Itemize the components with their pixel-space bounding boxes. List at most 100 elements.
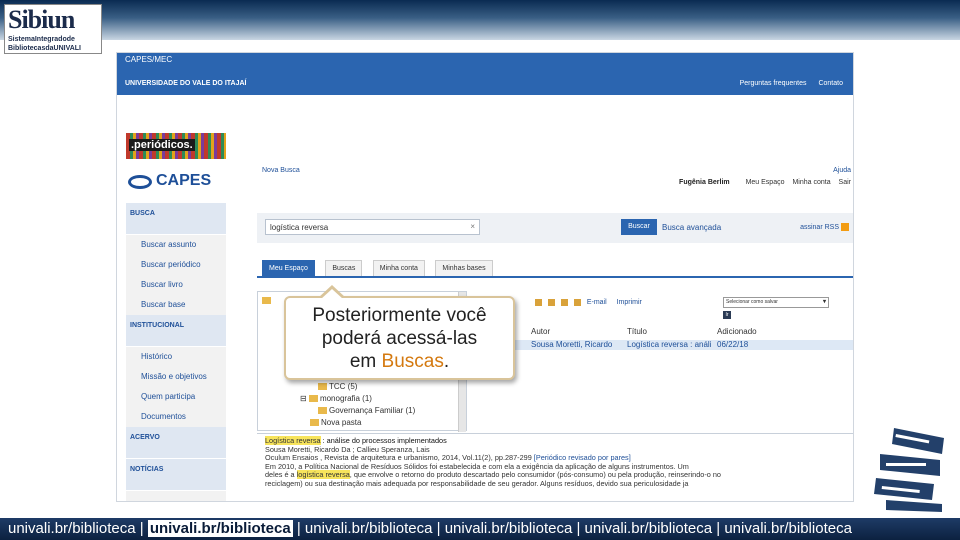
sidebar-item-buscar-livro[interactable]: Buscar livro (126, 275, 226, 295)
sidebar-item-historico[interactable]: Histórico (126, 347, 226, 367)
folder-label: monografia (1) (319, 394, 372, 403)
tab-minha-conta[interactable]: Minha conta (372, 260, 425, 276)
peer-review-link[interactable]: [Periódico revisado por pares] (534, 453, 631, 462)
meu-espaco-link[interactable]: Meu Espaço (746, 179, 785, 186)
sidebar-section-institucional[interactable]: INSTITUCIONAL (126, 315, 226, 347)
footer-link-highlighted[interactable]: univali.br/biblioteca (147, 520, 293, 537)
folder-icon (310, 419, 319, 427)
contact-link[interactable]: Contato (818, 80, 843, 87)
footer-separator: | (572, 520, 585, 537)
logo-line-2: BibliotecasdaUNIVALI (8, 45, 81, 52)
sidebar-item-missao[interactable]: Missão e objetivos (126, 367, 226, 387)
footer-separator: | (712, 520, 725, 537)
rss-link[interactable]: assinar RSS (800, 223, 849, 231)
row-added: 06/22/18 (717, 340, 749, 349)
header-links: Perguntas frequentes Contato (730, 80, 843, 87)
folder-label: Governança Familiar (1) (329, 406, 416, 415)
sair-link[interactable]: Sair (839, 179, 851, 186)
rss-icon (841, 223, 849, 231)
folder-icon (318, 407, 327, 415)
callout-line-3: em Buscas. (286, 350, 513, 373)
capes-logo-text: CAPES (156, 172, 212, 189)
folder-item-tcc[interactable]: TCC (5) (318, 382, 357, 391)
footer-link[interactable]: univali.br/biblioteca (445, 520, 573, 537)
footer-link[interactable]: univali.br/biblioteca (8, 520, 136, 537)
footer-bar: univali.br/biblioteca | univali.br/bibli… (0, 518, 960, 540)
print-button[interactable]: Imprimir (617, 299, 642, 306)
title-highlight: Logística reversa (265, 436, 321, 445)
chevron-down-icon: ▾ (822, 299, 826, 305)
col-adicionado[interactable]: Adicionado (717, 327, 757, 336)
tool-icon[interactable] (560, 299, 568, 306)
sidebar-item-documentos[interactable]: Documentos (126, 407, 226, 427)
capes-header: CAPES/MEC UNIVERSIDADE DO VALE DO ITAJAÍ… (117, 53, 853, 95)
tool-icon[interactable] (535, 299, 542, 306)
periodicos-logo[interactable]: .periódicos. (126, 133, 226, 159)
faq-link[interactable]: Perguntas frequentes (740, 80, 807, 87)
callout-highlight-word: Buscas (381, 351, 444, 372)
tab-underline (257, 276, 853, 278)
sidebar-item-buscar-base[interactable]: Buscar base (126, 295, 226, 315)
folder-icon (318, 383, 327, 391)
tab-meu-espaco[interactable]: Meu Espaço (262, 260, 315, 276)
capes-logo[interactable]: CAPES (126, 171, 226, 193)
advanced-search-link[interactable]: Busca avançada (662, 223, 721, 232)
col-autor[interactable]: Autor (531, 327, 550, 336)
folder-icon (308, 395, 318, 403)
save-format-value: Selecionar como salvar (726, 299, 778, 305)
user-name: Fugênia Berlim (679, 179, 730, 186)
abstract-line-3: reciclagem) ou sua destinação mais adequ… (265, 478, 689, 488)
folder-label: TCC (5) (329, 382, 358, 391)
folder-item-monografia[interactable]: ⊟ monografia (1) (300, 394, 372, 403)
row-author: Sousa Moretti, Ricardo (531, 340, 613, 349)
callout-line-3-pre: em (349, 351, 377, 372)
callout-line-1: Posteriormente você (312, 305, 487, 326)
footer-separator: | (292, 520, 305, 537)
search-bar: logística reversa × Buscar Busca avançad… (257, 213, 853, 243)
minha-conta-link[interactable]: Minha conta (792, 179, 830, 186)
save-format-select[interactable]: Selecionar como salvar ▾ (723, 297, 829, 308)
user-bar: Fugênia Berlim Meu Espaço Minha conta Sa… (679, 179, 851, 186)
sidebar-item-buscar-periodico[interactable]: Buscar periódico (126, 255, 226, 275)
col-titulo[interactable]: Título (627, 327, 647, 336)
record-detail: Logística reversa : análise do processos… (257, 433, 853, 497)
nova-busca-link[interactable]: Nova Busca (262, 167, 300, 174)
folder-item-nova-pasta[interactable]: Nova pasta (310, 418, 361, 427)
title-rest: : análise do processos implementados (322, 436, 447, 445)
periodicos-logo-text: .periódicos. (129, 139, 195, 151)
sidebar-section-acervo[interactable]: ACERVO (126, 427, 226, 459)
top-banner (0, 0, 960, 40)
search-button[interactable]: Buscar (621, 219, 657, 235)
tab-minhas-bases[interactable]: Minhas bases (435, 260, 493, 276)
go-button[interactable]: Ir (723, 311, 731, 319)
sidebar-item-buscar-assunto[interactable]: Buscar assunto (126, 235, 226, 255)
folder-item-governanca[interactable]: Governança Familiar (1) (318, 406, 415, 415)
search-input[interactable]: logística reversa × (265, 219, 480, 235)
callout-line-2: poderá acessá-las (321, 328, 478, 349)
table-row[interactable]: igo Sousa Moretti, Ricardo Logística rev… (467, 340, 853, 350)
tab-buscas[interactable]: Buscas (325, 260, 363, 276)
results-header: Autor Título Adicionado (467, 327, 853, 339)
ajuda-link[interactable]: Ajuda (833, 167, 851, 174)
folder-label: Nova pasta (321, 418, 362, 427)
tool-icon[interactable] (573, 299, 581, 306)
row-title[interactable]: Logística reversa : análi (627, 340, 712, 349)
expand-icon[interactable]: ⊟ (300, 394, 309, 403)
email-button[interactable]: E-mail (587, 299, 607, 306)
sidebar-menu: BUSCA Buscar assunto Buscar periódico Bu… (126, 203, 226, 501)
clear-search-icon[interactable]: × (470, 222, 475, 231)
sidebar-section-noticias[interactable]: NOTÍCIAS (126, 459, 226, 491)
slide: Sibiun SistemaIntegradode BibliotecasdaU… (0, 0, 960, 540)
results-table: Autor Título Adicionado igo Sousa Morett… (467, 327, 853, 357)
callout-box: Posteriormente você poderá acessá-las em… (284, 285, 515, 380)
books-icon (874, 428, 944, 512)
footer-link[interactable]: univali.br/biblioteca (585, 520, 713, 537)
sibiun-logo: Sibiun SistemaIntegradode BibliotecasdaU… (4, 4, 102, 54)
footer-link[interactable]: univali.br/biblioteca (305, 520, 433, 537)
sidebar-item-quem-participa[interactable]: Quem participa (126, 387, 226, 407)
footer-link[interactable]: univali.br/biblioteca (724, 520, 852, 537)
capes-eye-icon (128, 175, 152, 189)
logo-line-1: SistemaIntegradode (8, 36, 75, 43)
sidebar-section-busca[interactable]: BUSCA (126, 203, 226, 235)
tool-icon[interactable] (547, 299, 555, 306)
